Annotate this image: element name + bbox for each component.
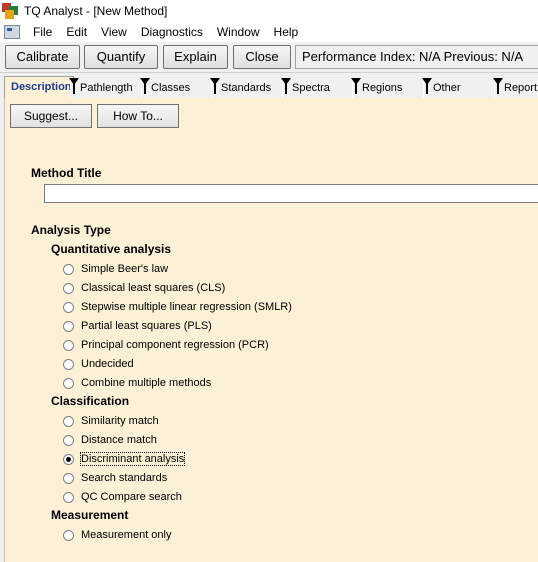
tab-description[interactable]: Description [4,76,74,98]
app-icon [2,3,18,19]
method-title-label: Method Title [31,166,102,180]
window-title: TQ Analyst - [New Method] [24,4,168,18]
menu-window[interactable]: Window [210,22,267,42]
title-bar: TQ Analyst - [New Method] [0,0,538,22]
radio-button-icon[interactable] [63,415,74,427]
radio-button-icon[interactable] [63,377,74,389]
tab-bar: Description Pathlength Classes Standards… [0,74,538,98]
radio-button-icon[interactable] [63,301,74,313]
suggest-button[interactable]: Suggest... [10,104,92,128]
menu-diagnostics[interactable]: Diagnostics [134,22,210,42]
radio-button-icon[interactable] [63,320,74,332]
quantitative-heading: Quantitative analysis [51,242,172,256]
document-icon[interactable] [4,25,20,39]
method-title-field[interactable] [44,184,538,203]
menu-help[interactable]: Help [267,22,306,42]
radio-undecided[interactable]: Undecided [63,356,134,372]
radio-pcr[interactable]: Principal component regression (PCR) [63,337,269,353]
calibrate-button[interactable]: Calibrate [5,45,80,69]
radio-discriminant-analysis[interactable]: Discriminant analysis [63,451,186,467]
radio-search-standards[interactable]: Search standards [63,470,167,486]
tab-marker-icon [69,78,79,94]
tab-marker-icon [140,78,150,94]
radio-smlr[interactable]: Stepwise multiple linear regression (SML… [63,299,292,315]
tab-marker-icon [351,78,361,94]
explain-button[interactable]: Explain [163,45,228,69]
menu-edit[interactable]: Edit [59,22,94,42]
close-button[interactable]: Close [233,45,291,69]
tab-pathlength[interactable]: Pathlength [69,78,140,98]
radio-button-icon[interactable] [63,529,74,541]
radio-qc-compare-search[interactable]: QC Compare search [63,489,182,505]
radio-distance-match[interactable]: Distance match [63,432,157,448]
analysis-type-heading: Analysis Type [31,223,111,237]
radio-simple-beers-law[interactable]: Simple Beer's law [63,261,168,277]
radio-cls[interactable]: Classical least squares (CLS) [63,280,225,296]
radio-button-icon[interactable] [63,472,74,484]
measurement-heading: Measurement [51,508,129,522]
menu-file[interactable]: File [26,22,59,42]
tab-classes[interactable]: Classes [140,78,211,98]
tab-marker-icon [281,78,291,94]
radio-button-icon[interactable] [63,339,74,351]
radio-button-icon[interactable] [63,358,74,370]
quantify-button[interactable]: Quantify [84,45,158,69]
tab-standards[interactable]: Standards [210,78,282,98]
radio-button-icon[interactable] [63,263,74,275]
tab-other[interactable]: Other [422,78,493,98]
tab-regions[interactable]: Regions [351,78,423,98]
tab-spectra[interactable]: Spectra [281,78,352,98]
menu-view[interactable]: View [94,22,134,42]
tab-report[interactable]: Report [493,78,538,98]
classification-heading: Classification [51,394,130,408]
radio-selected-icon[interactable] [63,453,74,465]
how-to-button[interactable]: How To... [97,104,179,128]
radio-button-icon[interactable] [63,434,74,446]
tab-marker-icon [493,78,503,94]
radio-combine-methods[interactable]: Combine multiple methods [63,375,211,391]
radio-button-icon[interactable] [63,282,74,294]
tab-marker-icon [210,78,220,94]
radio-button-icon[interactable] [63,491,74,503]
toolbar: Calibrate Quantify Explain Close Perform… [0,42,538,73]
performance-index: Performance Index: N/A Previous: N/A [295,45,538,69]
radio-similarity-match[interactable]: Similarity match [63,413,159,429]
radio-pls[interactable]: Partial least squares (PLS) [63,318,212,334]
radio-measurement-only[interactable]: Measurement only [63,527,172,543]
menu-bar: File Edit View Diagnostics Window Help [0,22,538,42]
tab-marker-icon [422,78,432,94]
